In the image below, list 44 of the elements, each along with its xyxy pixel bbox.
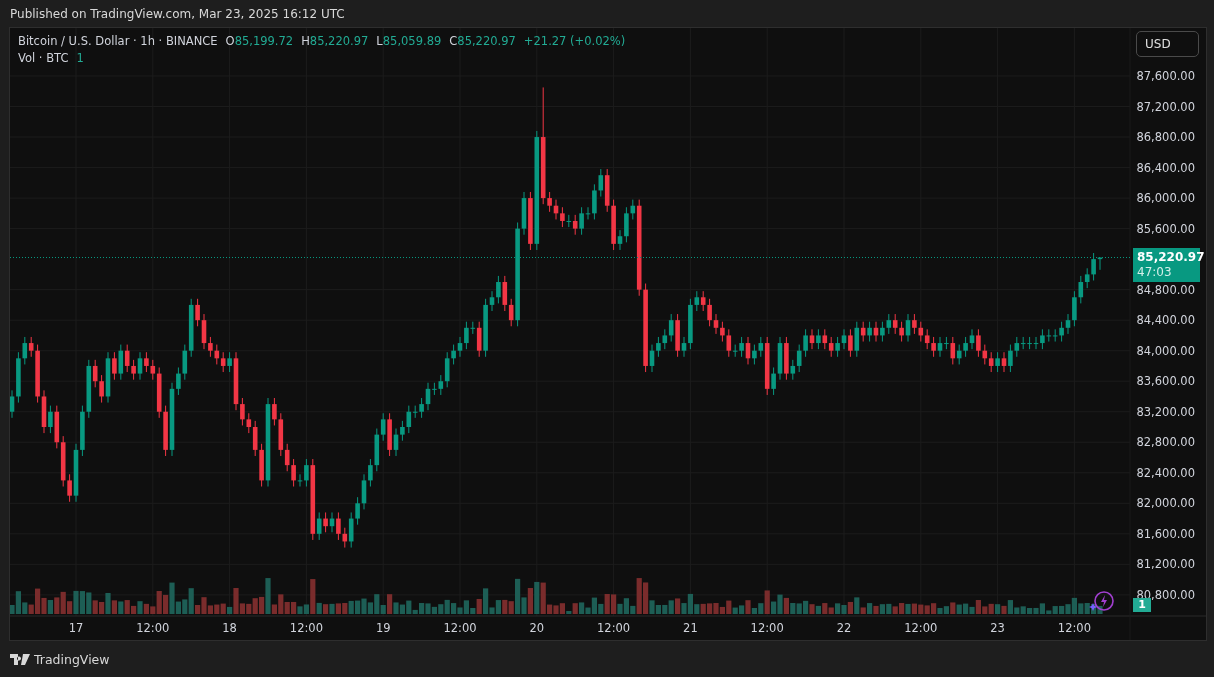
ohlc-value: L85,059.89 — [376, 34, 442, 48]
symbol-title: Bitcoin / U.S. Dollar · 1h · BINANCE — [18, 34, 218, 48]
axis-label: 19 — [375, 621, 391, 635]
axis-label: 21 — [683, 621, 698, 635]
axis-label: 87,200.00 — [1136, 99, 1195, 114]
axis-label: 12:00 — [289, 621, 323, 635]
axis-label: 84,000.00 — [1136, 343, 1195, 358]
axis-label: 83,200.00 — [1136, 404, 1195, 419]
axis-label: 12:00 — [1057, 621, 1091, 635]
price-change: +21.27 (+0.02%) — [523, 34, 626, 48]
axis-label: 86,800.00 — [1136, 130, 1195, 145]
axis-label: 23 — [990, 621, 1005, 635]
axis-label: 86,400.00 — [1136, 160, 1195, 175]
lightning-icon[interactable] — [1089, 590, 1115, 614]
ohlc-value: O85,199.72 — [225, 34, 294, 48]
ohlc-value: C85,220.97 — [449, 34, 516, 48]
axis-label: 12:00 — [597, 621, 631, 635]
axis-label: 82,000.00 — [1136, 496, 1195, 511]
volume-badge: 1 — [1133, 598, 1151, 612]
volume-title: Vol · BTC — [18, 51, 69, 65]
axis-label: 81,200.00 — [1136, 557, 1195, 572]
axis-label: 17 — [68, 621, 84, 635]
axis-label: 18 — [222, 621, 237, 635]
axis-label: 87,600.00 — [1136, 69, 1195, 83]
axis-label: 83,600.00 — [1136, 374, 1195, 389]
axis-label: 12:00 — [136, 621, 170, 635]
axis-label: 85,600.00 — [1136, 221, 1195, 236]
brand-name: TradingView — [34, 651, 110, 667]
axis-label: 82,400.00 — [1136, 465, 1195, 480]
axis-label: 81,600.00 — [1136, 526, 1195, 541]
currency-button[interactable]: USD — [1136, 31, 1199, 57]
axis-label: 82,800.00 — [1136, 435, 1195, 450]
logo-icon — [10, 653, 30, 665]
volume-value: 1 — [76, 51, 84, 65]
axis-label: 84,800.00 — [1136, 282, 1195, 297]
axis-label: 12:00 — [443, 621, 477, 635]
axis-label: 86,000.00 — [1136, 191, 1195, 206]
axis-label: 22 — [836, 621, 852, 635]
ohlc-value: H85,220.97 — [301, 34, 369, 48]
axis-label: 20 — [529, 621, 545, 635]
published-note: Published on TradingView.com, Mar 23, 2025 16:12 UTC — [10, 6, 345, 21]
axis-label: 84,400.00 — [1136, 313, 1195, 328]
axis-label: 12:00 — [904, 621, 938, 635]
axis-label: 12:00 — [750, 621, 784, 635]
